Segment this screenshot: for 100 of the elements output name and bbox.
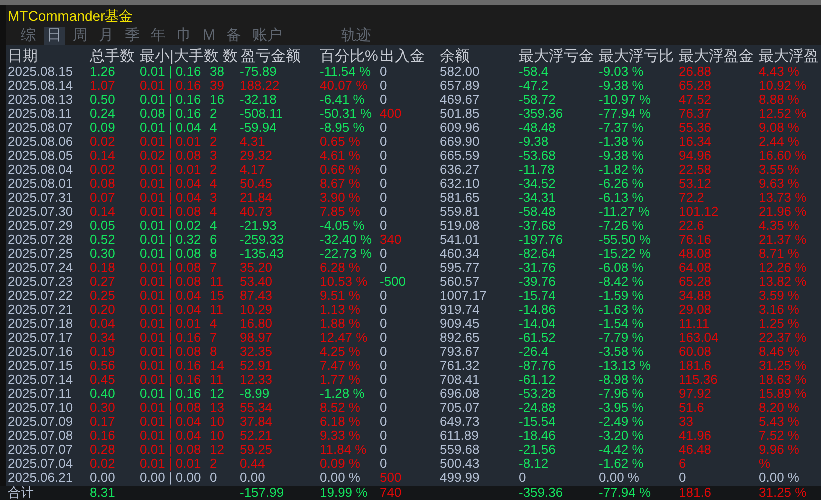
table-cell: 0.34 (90, 330, 116, 345)
table-cell: 0 (380, 218, 388, 233)
table-cell: 0 (380, 428, 388, 443)
tab[interactable]: 年 (148, 27, 169, 45)
table-cell: 16 (210, 92, 224, 107)
tab[interactable]: 季 (122, 27, 143, 45)
table-cell: 2025.07.24 (8, 260, 74, 275)
table-cell: 0 (380, 92, 388, 107)
table-cell: 2025.07.15 (8, 358, 74, 373)
table-cell: 6.18 % (320, 414, 360, 429)
table-cell: -3.58 % (599, 344, 644, 359)
table-cell: -259.33 (240, 232, 284, 247)
table-cell: 2025.07.31 (8, 190, 74, 205)
table-cell: 18.63 % (759, 372, 807, 387)
table-cell: 0.17 (90, 414, 116, 429)
table-cell: 181.6 (679, 358, 712, 373)
table-cell: 2025.08.15 (8, 64, 74, 79)
table-cell: 12.33 (240, 372, 273, 387)
table-cell: -135.43 (240, 246, 284, 261)
table-cell: 2025.07.30 (8, 204, 74, 219)
table-cell: 2025.07.21 (8, 302, 74, 317)
table-cell: 469.67 (440, 92, 480, 107)
table-cell: -22.73 % (320, 246, 372, 261)
table-cell: 19.99 % (320, 485, 368, 500)
table-cell: 115.36 (679, 372, 718, 387)
table-cell: 0.01 | 0.01 (140, 316, 202, 331)
table-cell: -14.86 (519, 302, 556, 317)
table-cell: 2025.08.06 (8, 134, 74, 149)
table-cell: 0.40 (90, 386, 116, 401)
tab[interactable]: 综 (18, 27, 39, 45)
table-cell: -8.12 (519, 456, 549, 471)
table-cell: -8.99 (240, 386, 270, 401)
table-cell: 460.34 (440, 246, 480, 261)
table-cell: 98.97 (240, 330, 273, 345)
table-cell: 0.01 | 0.08 (140, 274, 202, 289)
table-cell: -58.48 (519, 204, 556, 219)
table-cell: 6 (210, 232, 218, 247)
table-cell: 0 (380, 316, 388, 331)
table-cell: 0.01 | 0.01 (140, 162, 202, 177)
table-cell: -1.38 % (599, 134, 644, 149)
table-cell: 2.44 % (759, 134, 800, 149)
table-cell: 0.14 (90, 148, 116, 163)
table-cell: 0.01 | 0.16 (140, 78, 202, 93)
tab[interactable]: 日 (44, 27, 65, 45)
tab[interactable]: M (200, 27, 218, 45)
table-cell: 761.32 (440, 358, 480, 373)
table-cell: 4.17 (240, 162, 266, 177)
table-cell: 47.52 (679, 92, 712, 107)
table-cell: -1.54 % (599, 316, 644, 331)
tab[interactable]: 备 (224, 27, 244, 45)
table-cell: 40.07 % (320, 78, 368, 93)
tab[interactable]: 周 (70, 27, 91, 45)
table-cell: -15.22 % (599, 246, 652, 261)
tab[interactable]: 巾 (174, 27, 195, 45)
table-cell: 14 (210, 358, 224, 373)
table-cell: 0.30 (90, 400, 116, 415)
table-cell: -77.94 % (599, 106, 652, 121)
table-cell: 0.01 | 0.04 (140, 302, 202, 317)
table-cell: 0 (380, 176, 388, 191)
table-cell: -82.64 (519, 246, 556, 261)
table-cell: 2025.08.04 (8, 162, 74, 177)
table-cell: 595.77 (440, 260, 480, 275)
table-cell: 16.34 (679, 134, 712, 149)
table-cell: 2025.07.16 (8, 344, 74, 359)
table-cell: 41.96 (679, 428, 712, 443)
table-cell: -87.76 (519, 358, 556, 373)
table-cell: -53.68 (519, 148, 556, 163)
column-header: 出入金 (379, 48, 426, 65)
table-cell: -8.42 % (599, 274, 644, 289)
table-cell: -508.11 (240, 106, 284, 121)
table-cell: 8.71 % (759, 246, 800, 261)
table-cell: 0.24 (90, 106, 116, 121)
table-cell: 22.6 (679, 218, 704, 233)
table-cell: 559.81 (440, 204, 480, 219)
table-cell: 76.16 (679, 232, 712, 247)
table-cell: 8.20 % (759, 400, 800, 415)
table-cell: 581.65 (440, 190, 480, 205)
table-cell: 0.14 (90, 204, 116, 219)
table-cell: -21.56 (519, 442, 556, 457)
table-cell: 740 (380, 485, 402, 500)
table-cell: 0.00 % (320, 470, 360, 485)
table-cell: 1.77 % (320, 372, 360, 387)
tab[interactable]: 月 (96, 27, 117, 45)
table-cell: 0 (380, 246, 388, 261)
table-cell: -1.63 % (599, 302, 644, 317)
table-cell: 0.01 | 0.02 (140, 218, 202, 233)
table-cell: 59.25 (240, 442, 273, 457)
tab[interactable]: 账户 (250, 27, 286, 45)
table-cell: 2 (210, 456, 218, 471)
table-cell: 0.01 | 0.04 (140, 176, 202, 191)
table-cell: 8.31 (90, 485, 116, 500)
table-cell: 0.09 % (320, 456, 360, 471)
table-cell: -61.52 (519, 330, 556, 345)
table-cell: -37.68 (519, 218, 556, 233)
table-cell: 15 (210, 288, 224, 303)
table-cell: 9.33 % (320, 428, 360, 443)
table-cell: 0 (380, 120, 388, 135)
table-cell: 2 (210, 134, 218, 149)
table-cell: 0.01 | 0.08 (140, 260, 202, 275)
tab[interactable]: 轨迹 (338, 27, 374, 45)
